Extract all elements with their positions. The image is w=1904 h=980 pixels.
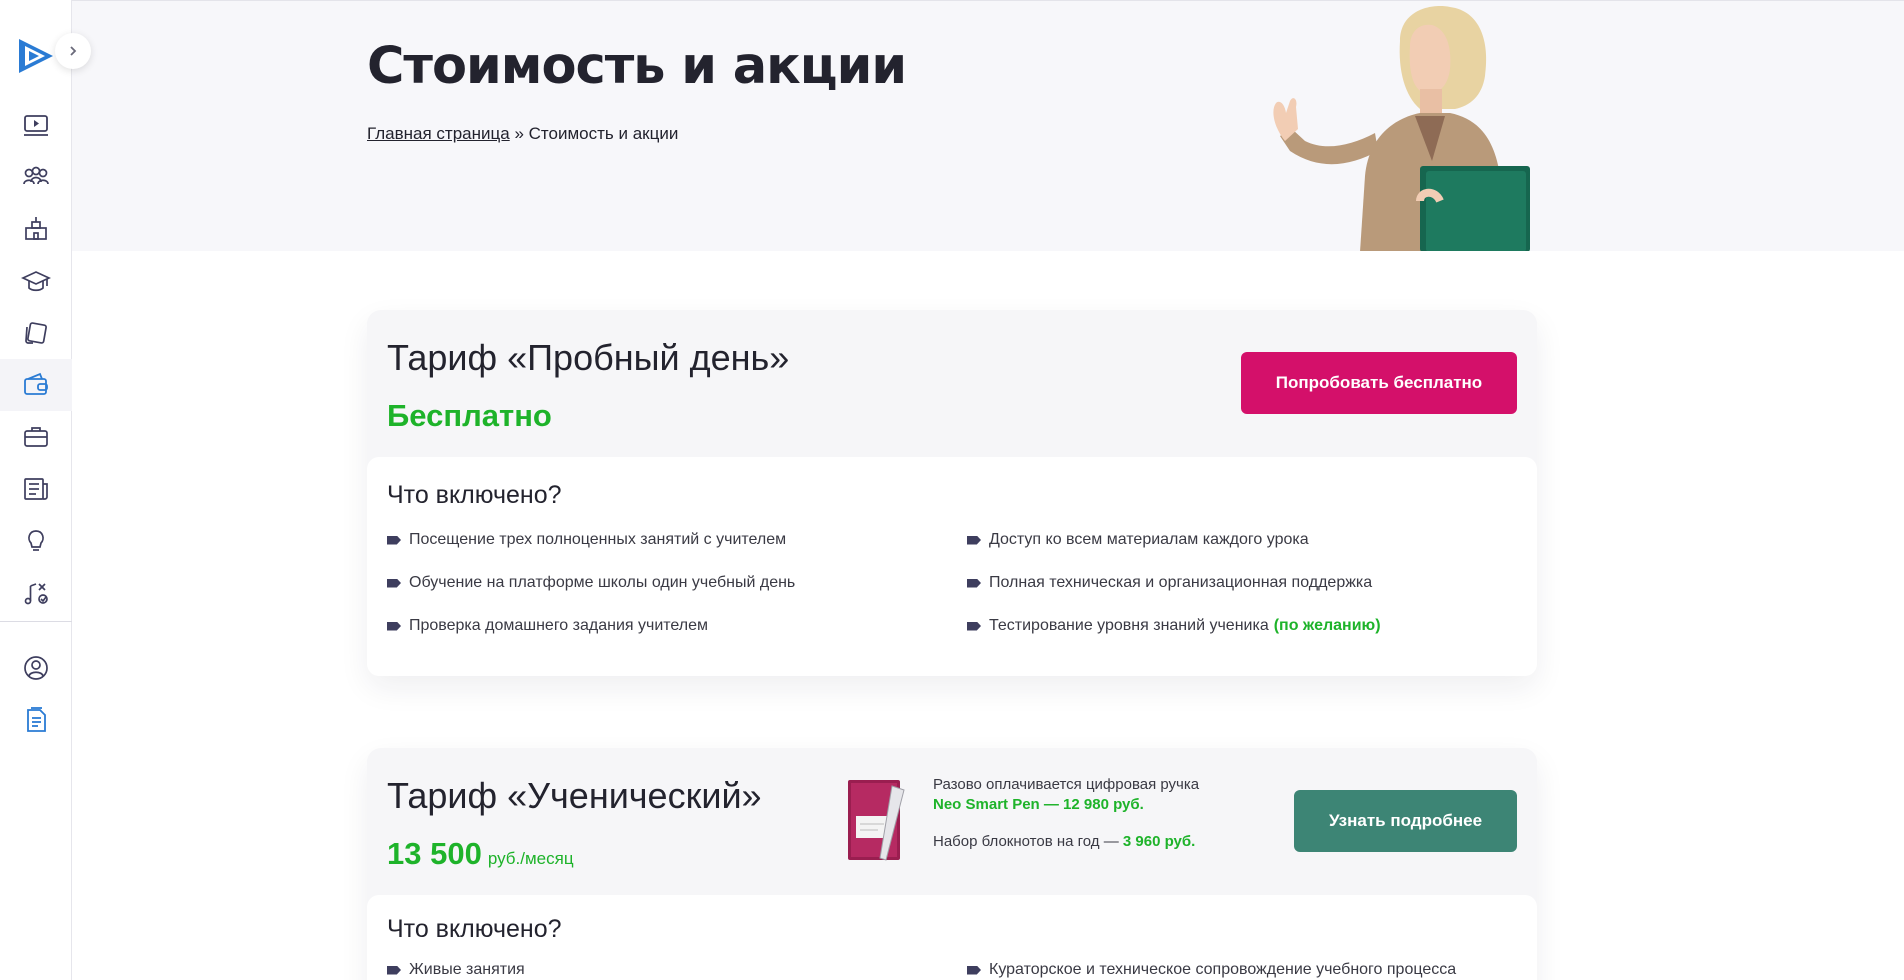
page-title: Стоимость и акции (367, 37, 907, 96)
optional-note: (по желанию) (1273, 617, 1381, 634)
tariff-title: Тариф «Ученический» (387, 775, 762, 816)
breadcrumb: Главная страница » Стоимость и акции (367, 124, 678, 144)
feature-item: Обучение на платформе школы один учебный… (387, 574, 795, 592)
tag-bullet-icon (967, 621, 981, 631)
briefcase-icon (24, 427, 48, 447)
included-panel: Что включено? Живые занятия Кураторское … (367, 895, 1537, 980)
tag-bullet-icon (387, 965, 401, 975)
lightbulb-icon (28, 530, 44, 551)
news-icon (24, 478, 48, 500)
sidebar-divider (0, 621, 72, 622)
teachers-group-icon (23, 166, 49, 185)
video-lessons-icon (24, 115, 48, 136)
sidebar-item-school[interactable] (0, 203, 72, 255)
sidebar-item-teachers[interactable] (0, 151, 72, 203)
cards-icon (25, 322, 47, 344)
tariff-card-trial: Тариф «Пробный день» Бесплатно Попробова… (367, 310, 1537, 676)
tag-bullet-icon (387, 535, 401, 545)
included-title: Что включено? (387, 915, 562, 943)
try-free-button[interactable]: Попробовать бесплатно (1241, 352, 1517, 414)
tariff-card-student: Тариф «Ученический» 13 500 руб./месяц Раз… (367, 748, 1537, 980)
breadcrumb-separator: » (514, 124, 524, 143)
sidebar-item-music[interactable] (0, 567, 72, 619)
included-title: Что включено? (387, 481, 562, 509)
sidebar-item-profile[interactable] (0, 642, 72, 694)
smart-pen-notebook-image (848, 780, 905, 861)
user-profile-icon (24, 656, 48, 680)
teacher-image (1273, 6, 1530, 251)
tariff-price: 13 500 руб./месяц (387, 836, 574, 872)
sidebar-item-cards[interactable] (0, 307, 72, 359)
notebook-price: 3 960 руб. (1122, 833, 1196, 850)
tariff-price: Бесплатно (387, 398, 552, 433)
sidebar-item-news[interactable] (0, 463, 72, 515)
sidebar-expand-button[interactable] (55, 33, 91, 69)
tag-bullet-icon (967, 965, 981, 975)
sidebar-item-courses[interactable] (0, 255, 72, 307)
pen-price: Neo Smart Pen — 12 980 руб. (933, 796, 1144, 813)
feature-item: Посещение трех полноценных занятий с учи… (387, 531, 786, 549)
sidebar-item-pricing[interactable] (0, 359, 72, 411)
notebook-promo: Набор блокнотов на год — 3 960 руб. (933, 833, 1196, 850)
sidebar-item-tips[interactable] (0, 515, 72, 567)
documents-icon (27, 707, 46, 732)
feature-item: Полная техническая и организационная под… (967, 574, 1372, 592)
tag-bullet-icon (387, 621, 401, 631)
sidebar-item-lessons[interactable] (0, 99, 72, 151)
pen-promo-text: Разово оплачивается цифровая ручка (933, 776, 1200, 793)
tag-bullet-icon (967, 578, 981, 588)
price-amount: 13 500 (387, 836, 482, 871)
hero-banner: Стоимость и акции Главная страница » Сто… (72, 0, 1904, 251)
logo-icon[interactable] (17, 36, 55, 76)
sidebar-item-documents[interactable] (0, 694, 72, 746)
price-unit: руб./месяц (487, 849, 574, 868)
tag-bullet-icon (387, 578, 401, 588)
feature-item: Кураторское и техническое сопровождение … (967, 961, 1456, 979)
learn-more-button[interactable]: Узнать подробнее (1294, 790, 1517, 852)
feature-item: Доступ ко всем материалам каждого урока (967, 531, 1309, 549)
tag-bullet-icon (967, 535, 981, 545)
included-panel: Что включено? Посещение трех полноценных… (367, 457, 1537, 676)
tariff-title: Тариф «Пробный день» (387, 337, 790, 378)
feature-item: Тестирование уровня знаний ученика (по же… (967, 617, 1381, 635)
feature-item: Живые занятия (387, 961, 525, 979)
music-notes-icon (24, 583, 48, 605)
graduation-cap-icon (21, 271, 51, 292)
sidebar-item-career[interactable] (0, 411, 72, 463)
sidebar (0, 0, 72, 980)
feature-item: Проверка домашнего задания учителем (387, 617, 708, 635)
breadcrumb-current: Стоимость и акции (528, 124, 679, 143)
school-building-icon (25, 217, 47, 240)
wallet-icon (24, 372, 48, 395)
breadcrumb-home-link[interactable]: Главная страница (367, 124, 510, 143)
chevron-right-icon (70, 46, 77, 56)
